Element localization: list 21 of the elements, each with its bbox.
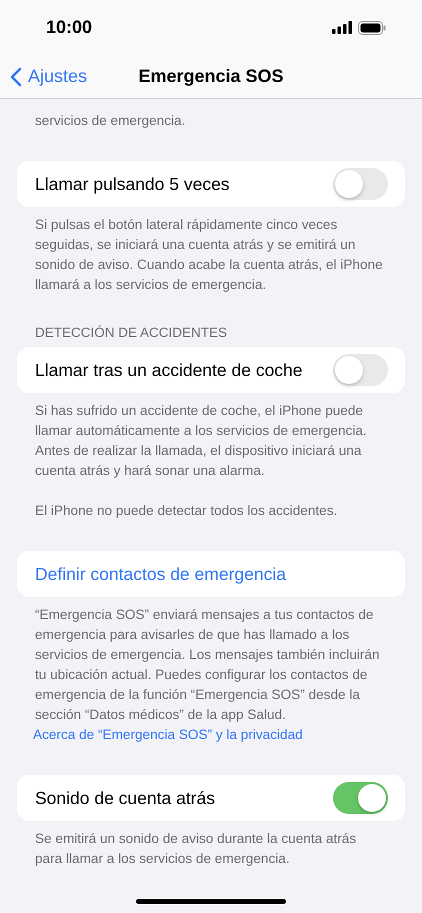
signal-icon [332, 21, 352, 34]
nav-title: Emergencia SOS [138, 66, 284, 86]
footer-text: “Emergencia SOS” enviará mensajes a tus contactos de emergencia para avisarles de que has llamado a los servicios de emergencia. Los mensajes también incluirán tu ubicación actual. Puedes configurar los contactos de emergencia de la función “Emergencia SOS” desde la sección “Datos médicos” de la app Salud. [35, 606, 381, 724]
section-header: DETECCIÓN DE ACCIDENTES [34, 325, 228, 342]
toggle-switch[interactable] [333, 782, 388, 814]
footer-text: servicios de emergencia. [35, 112, 186, 130]
footer-text: Si pulsas el botón lateral rápidamente cinco veces seguidas, se iniciará una cuenta atrás y se emitirá un sonido de aviso. Cuando acabe la cuenta atrás, el iPhone llamará a los servicios de emergencia. [35, 216, 384, 294]
battery-icon [358, 20, 386, 34]
footer-text: El iPhone no puede detectar todos los accidentes. [35, 502, 338, 520]
privacy-link[interactable]: Acerca de “Emergencia SOS” y la privacidad [33, 725, 303, 745]
status-time: 10:00 [46, 17, 92, 38]
back-button[interactable]: Ajustes [0, 65, 94, 88]
row-label: Sonido de cuenta atrás [35, 788, 215, 808]
row-label: Llamar pulsando 5 veces [35, 174, 230, 194]
back-chevron-icon [10, 66, 22, 86]
toggle-switch[interactable] [333, 168, 388, 200]
footer-text: Se emitirá un sonido de aviso durante la cuenta atrás para llamar a los servicios de emergencia. [35, 830, 358, 868]
toggle-switch[interactable] [333, 354, 388, 386]
contacts-link[interactable]: Definir contactos de emergencia [35, 564, 286, 584]
row-label: Llamar tras un accidente de coche [35, 360, 303, 380]
footer-text: Si has sufrido un accidente de coche, el iPhone puede llamar automáticamente a los servicios de emergencia. Antes de realizar la llamada, el dispositivo iniciará una cuenta atrás y hará sonar una alarma. [35, 402, 368, 480]
